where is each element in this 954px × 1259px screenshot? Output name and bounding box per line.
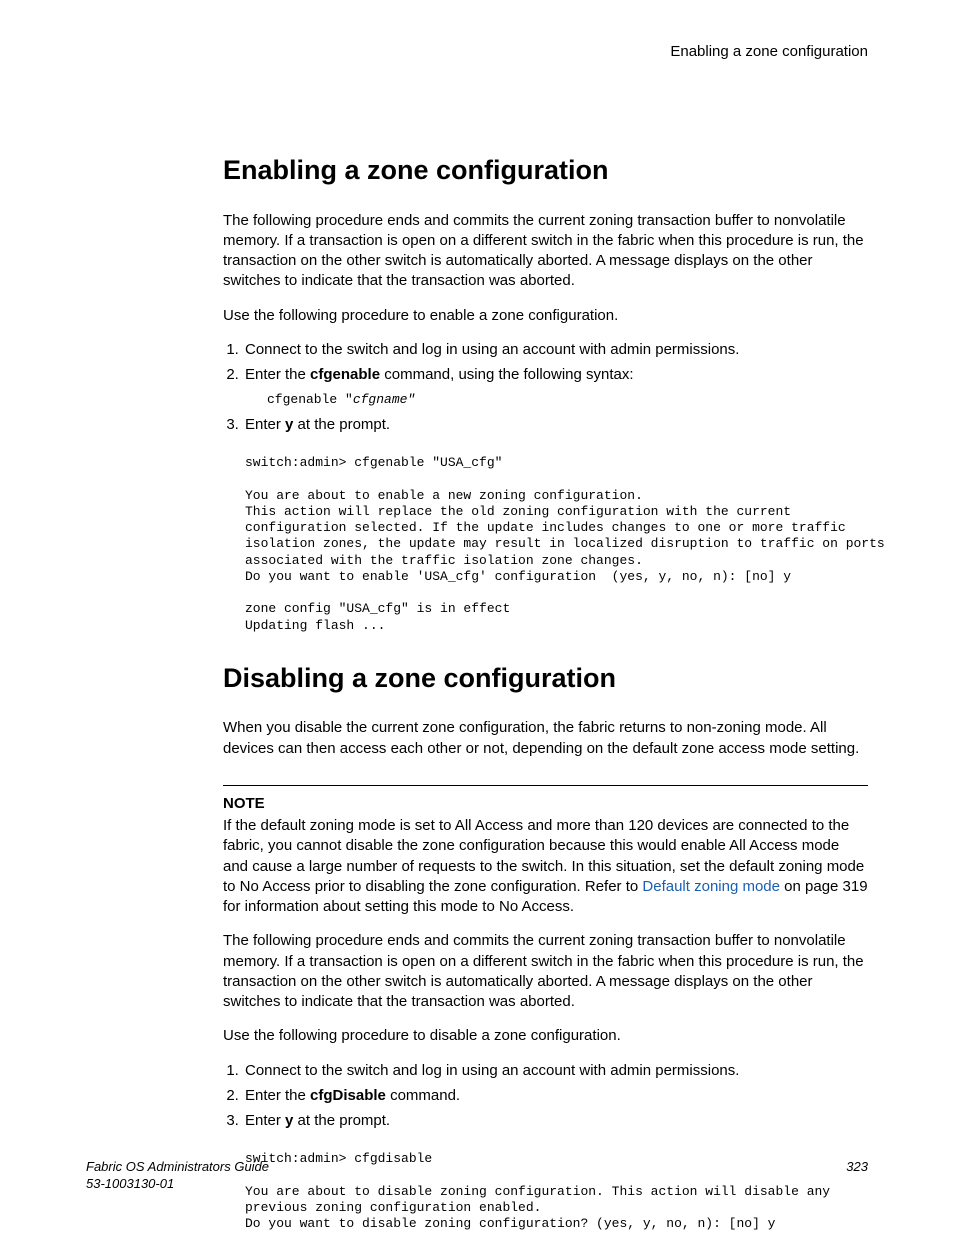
step-text: command, using the following syntax: [380, 366, 633, 383]
cmd-cfgenable: cfgenable [310, 366, 380, 383]
para-enable-intro: The following procedure ends and commits… [223, 211, 868, 292]
note-body: If the default zoning mode is set to All… [223, 816, 868, 917]
steps-enable: Connect to the switch and log in using a… [223, 340, 868, 435]
cmd-syntax: cfgenable "cfgname" [267, 391, 868, 409]
heading-disabling: Disabling a zone configuration [223, 660, 868, 696]
step-text: command. [386, 1087, 460, 1104]
heading-enabling: Enabling a zone configuration [223, 152, 868, 188]
page-number: 323 [846, 1158, 868, 1176]
step-enable-3: Enter y at the prompt. [243, 415, 868, 435]
step-enable-1: Connect to the switch and log in using a… [243, 340, 868, 360]
cmd-cfgdisable: cfgDisable [310, 1087, 386, 1104]
step-text: at the prompt. [293, 416, 390, 433]
step-disable-3: Enter y at the prompt. [243, 1111, 868, 1131]
step-text: Enter [245, 416, 285, 433]
note-rule [223, 785, 868, 786]
step-disable-2: Enter the cfgDisable command. [243, 1086, 868, 1106]
step-text: at the prompt. [293, 1112, 390, 1129]
page-footer: 323 Fabric OS Administrators Guide 53-10… [86, 1158, 868, 1193]
terminal-enable: switch:admin> cfgenable "USA_cfg" You ar… [245, 455, 868, 634]
footer-title: Fabric OS Administrators Guide [86, 1159, 269, 1174]
link-default-zoning-mode[interactable]: Default zoning mode [642, 878, 780, 895]
para-disable-intro: When you disable the current zone config… [223, 718, 868, 759]
cmd-arg: cfgname" [353, 392, 415, 407]
cmd-prefix: cfgenable " [267, 392, 353, 407]
step-text: Enter the [245, 366, 310, 383]
step-enable-2: Enter the cfgenable command, using the f… [243, 365, 868, 409]
para-enable-use: Use the following procedure to enable a … [223, 306, 868, 326]
running-header: Enabling a zone configuration [223, 42, 868, 62]
note-label: NOTE [223, 794, 868, 814]
steps-disable: Connect to the switch and log in using a… [223, 1061, 868, 1132]
para-disable-use: Use the following procedure to disable a… [223, 1026, 868, 1046]
step-disable-1: Connect to the switch and log in using a… [243, 1061, 868, 1081]
step-text: Enter the [245, 1087, 310, 1104]
step-text: Enter [245, 1112, 285, 1129]
footer-docnum: 53-1003130-01 [86, 1176, 174, 1191]
para-disable-commit: The following procedure ends and commits… [223, 931, 868, 1012]
